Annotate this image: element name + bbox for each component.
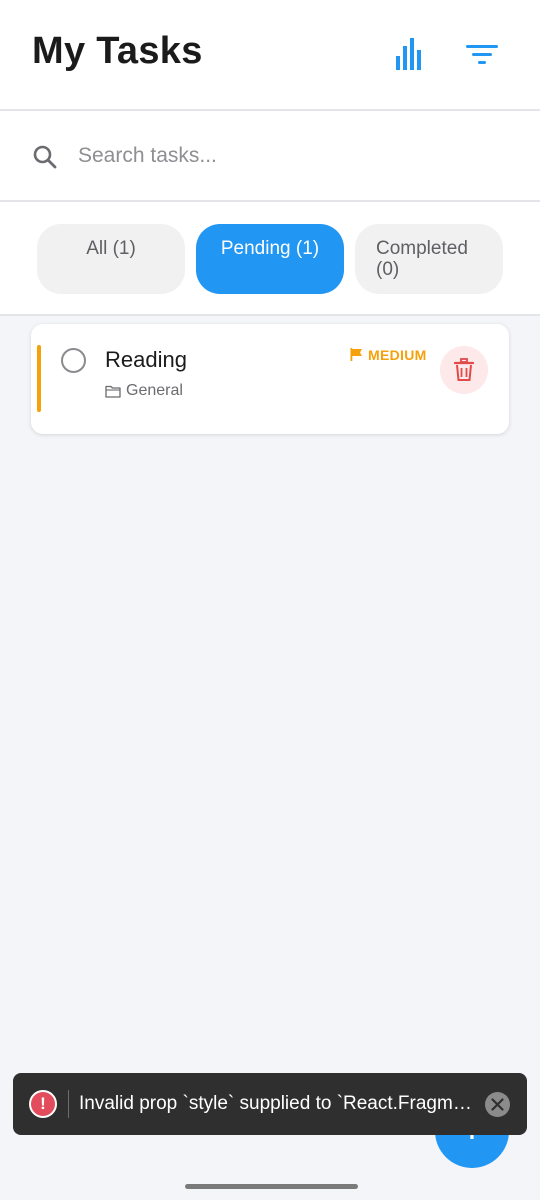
folder-icon	[105, 385, 121, 398]
delete-task-button[interactable]	[440, 346, 488, 394]
search-bar	[0, 111, 540, 202]
close-icon[interactable]	[485, 1092, 510, 1117]
search-input[interactable]	[78, 138, 498, 174]
toast-divider	[68, 1090, 69, 1118]
filter-icon[interactable]	[464, 40, 500, 68]
priority-label: MEDIUM	[368, 347, 427, 363]
toast-message: Invalid prop `style` supplied to `React.…	[79, 1093, 475, 1114]
trash-icon	[453, 358, 475, 381]
task-category: General	[126, 382, 183, 399]
bar-chart-icon[interactable]	[392, 36, 426, 72]
tab-all[interactable]: All (1)	[37, 224, 185, 294]
task-card[interactable]: Reading General MEDIUM	[31, 324, 509, 434]
priority-indicator-bar	[37, 345, 41, 412]
task-title: Reading	[105, 347, 187, 372]
app-header: My Tasks	[0, 0, 540, 111]
tab-pending[interactable]: Pending (1)	[196, 224, 344, 294]
page-title: My Tasks	[32, 30, 203, 72]
search-icon	[33, 145, 57, 169]
error-icon: !	[29, 1090, 57, 1118]
home-indicator	[185, 1184, 358, 1189]
flag-icon	[350, 348, 362, 361]
filter-tabs: All (1) Pending (1) Completed (0)	[0, 202, 540, 316]
tab-completed[interactable]: Completed (0)	[355, 224, 503, 294]
error-toast[interactable]: ! Invalid prop `style` supplied to `Reac…	[13, 1073, 527, 1135]
task-complete-checkbox[interactable]	[61, 348, 86, 373]
